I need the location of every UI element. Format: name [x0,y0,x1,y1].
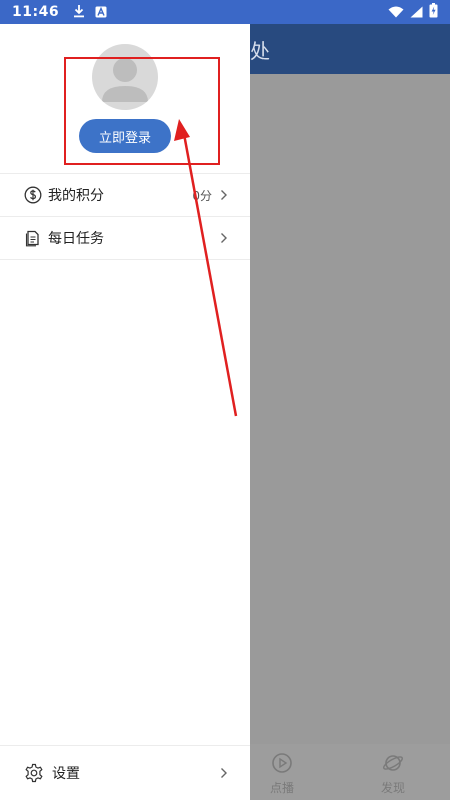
settings-button[interactable]: 设置 [0,745,250,800]
play-circle-icon [271,752,293,777]
status-time: 11:46 [12,4,60,20]
gear-icon [24,763,44,783]
cell-signal-icon [410,3,423,22]
navigation-drawer: 立即登录 我的积分 0分 每日任务 设置 [0,24,250,800]
menu-item-label: 每日任务 [48,231,104,247]
bottom-nav-item-vod[interactable]: 点播 [252,752,312,796]
status-bar: 11:46 [0,0,450,24]
chevron-right-icon [220,232,228,244]
screen: 11:46 处 点播 发现 立即登录 我的积分 0分 每日任务 设置 [0,0,450,800]
download-icon [73,3,85,22]
bottom-nav-label: 发现 [380,781,405,795]
notification-a-icon [95,3,107,22]
chevron-right-icon [220,189,228,201]
status-right-icons [388,2,438,22]
bottom-nav-item-discover[interactable]: 发现 [363,752,423,796]
settings-label: 设置 [52,766,80,782]
wifi-icon [388,3,404,22]
dollar-circle-icon [24,186,42,204]
drawer-menu-list: 我的积分 0分 每日任务 [0,173,250,260]
planet-icon [382,752,404,777]
document-icon [24,229,42,247]
chevron-right-icon [220,767,228,779]
menu-item-daily-tasks[interactable]: 每日任务 [0,217,250,260]
battery-icon [429,2,438,22]
login-button[interactable]: 立即登录 [79,119,171,153]
background-app-title: 处 [250,39,270,63]
status-left-icons [73,3,107,22]
menu-item-my-points[interactable]: 我的积分 0分 [0,174,250,217]
bottom-nav-label: 点播 [269,781,294,795]
user-avatar-icon[interactable] [92,44,158,110]
points-value: 0分 [192,188,212,203]
menu-item-label: 我的积分 [48,188,104,204]
